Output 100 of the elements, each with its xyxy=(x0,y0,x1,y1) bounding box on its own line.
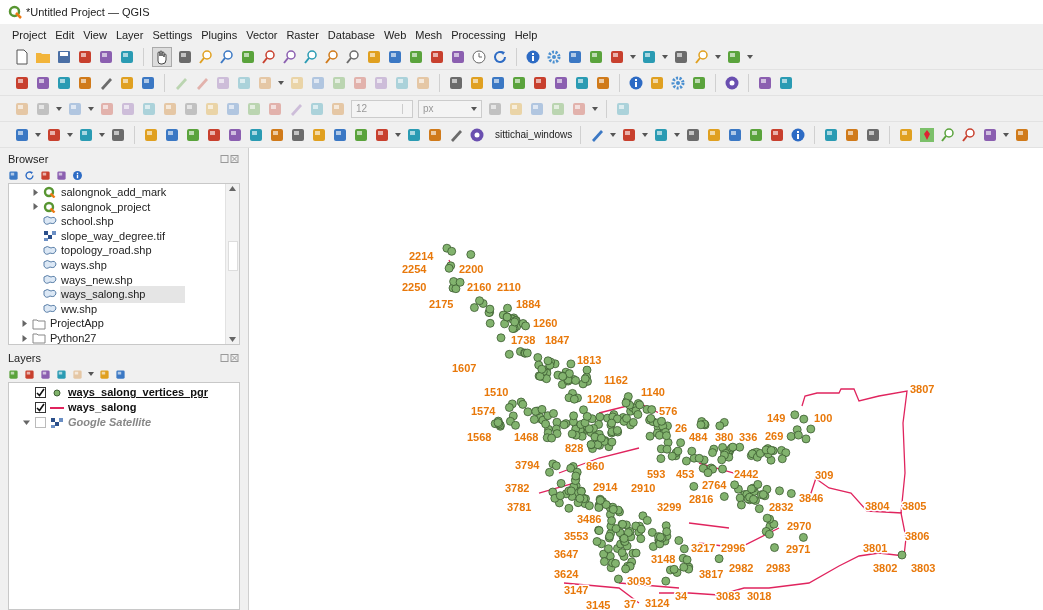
info-icon[interactable] xyxy=(628,74,644,91)
square-icon[interactable] xyxy=(427,126,443,143)
layer-name[interactable]: Google Satellite xyxy=(68,414,152,431)
expand-arrow-icon[interactable] xyxy=(32,188,39,196)
tree-item[interactable]: ProjectApp xyxy=(49,315,105,332)
square-icon[interactable] xyxy=(982,126,999,143)
square-icon[interactable] xyxy=(621,126,638,143)
square-icon[interactable] xyxy=(35,74,51,91)
tree-item[interactable]: slope_way_degree.tif xyxy=(60,227,166,245)
collapse-arrow-icon[interactable] xyxy=(23,419,30,426)
tree-item[interactable]: topology_road.shp xyxy=(60,242,153,259)
square-icon[interactable] xyxy=(353,126,369,143)
menu-item[interactable]: Help xyxy=(514,26,538,44)
square-icon[interactable] xyxy=(387,48,403,65)
square-icon[interactable] xyxy=(269,126,285,143)
square-icon[interactable] xyxy=(98,48,114,65)
layer-checkbox[interactable] xyxy=(35,402,46,413)
square-icon[interactable] xyxy=(40,368,51,380)
square-icon[interactable] xyxy=(77,74,93,91)
square-icon[interactable] xyxy=(778,74,794,91)
dropdown-caret-icon[interactable] xyxy=(56,106,62,111)
help-icon[interactable] xyxy=(724,74,740,91)
scrollbar[interactable] xyxy=(225,184,239,344)
square-icon[interactable] xyxy=(448,74,464,91)
expand-arrow-icon[interactable] xyxy=(32,203,39,211)
magnifier-icon[interactable] xyxy=(961,126,978,143)
square-icon[interactable] xyxy=(429,48,445,65)
magnifier-icon[interactable] xyxy=(198,48,214,65)
tree-item[interactable]: ways_new.shp xyxy=(60,271,134,289)
square-icon[interactable] xyxy=(311,126,327,143)
square-icon[interactable] xyxy=(511,74,527,91)
square-icon[interactable] xyxy=(450,48,466,65)
dropdown-caret-icon[interactable] xyxy=(610,132,617,137)
dropdown-caret-icon[interactable] xyxy=(662,54,668,59)
menu-item[interactable]: Vector xyxy=(246,26,278,44)
menu-item[interactable]: Edit xyxy=(55,26,75,44)
expand-arrow-icon[interactable] xyxy=(21,320,28,328)
scroll-up-icon[interactable] xyxy=(229,186,236,191)
clock-icon[interactable] xyxy=(471,48,487,65)
menu-item[interactable]: Processing xyxy=(451,26,506,44)
dropdown-caret-icon[interactable] xyxy=(395,132,401,137)
dropdown-caret-icon[interactable] xyxy=(99,132,105,137)
square-icon[interactable] xyxy=(574,74,590,91)
square-icon[interactable] xyxy=(366,48,382,65)
tree-item[interactable]: ways.shp xyxy=(60,257,108,274)
pin-icon[interactable] xyxy=(919,126,936,143)
refresh-icon[interactable] xyxy=(492,48,508,65)
dropdown-caret-icon[interactable] xyxy=(88,106,94,111)
scroll-thumb[interactable] xyxy=(227,241,238,271)
menu-item[interactable]: Layer xyxy=(115,26,144,44)
square-icon[interactable] xyxy=(641,48,657,65)
menu-item[interactable]: Project xyxy=(12,26,47,44)
tree-item[interactable]: Python27 xyxy=(49,330,98,347)
tree-item[interactable]: ways_salong.shp xyxy=(60,286,186,303)
dropdown-caret-icon[interactable] xyxy=(747,54,753,59)
magnifier-icon[interactable] xyxy=(261,48,277,65)
pan-tool-button[interactable] xyxy=(152,46,172,67)
square-icon[interactable] xyxy=(24,368,35,380)
square-icon[interactable] xyxy=(290,126,306,143)
square-icon[interactable] xyxy=(553,74,569,91)
square-icon[interactable] xyxy=(595,74,611,91)
dropdown-caret-icon[interactable] xyxy=(67,132,73,137)
square-icon[interactable] xyxy=(408,48,424,65)
menu-item[interactable]: Web xyxy=(383,26,407,44)
menu-item[interactable]: Settings xyxy=(152,26,193,44)
square-icon[interactable] xyxy=(206,126,222,143)
square-icon[interactable] xyxy=(726,48,742,65)
square-icon[interactable] xyxy=(332,126,348,143)
magnifier-icon[interactable] xyxy=(219,48,235,65)
info-icon[interactable] xyxy=(72,169,83,181)
square-icon[interactable] xyxy=(77,48,93,65)
magnifier-icon[interactable] xyxy=(940,126,957,143)
square-icon[interactable] xyxy=(8,169,19,181)
tree-item[interactable]: salongnok_add_mark xyxy=(60,184,168,201)
square-icon[interactable] xyxy=(898,126,915,143)
square-icon[interactable] xyxy=(406,126,422,143)
menu-item[interactable]: View xyxy=(83,26,107,44)
tree-item[interactable]: school.shp xyxy=(60,213,115,230)
gear-icon[interactable] xyxy=(670,74,686,91)
square-icon[interactable] xyxy=(748,126,765,143)
square-icon[interactable] xyxy=(46,126,62,143)
square-icon[interactable] xyxy=(490,74,506,91)
map-canvas[interactable] xyxy=(249,148,1043,610)
square-icon[interactable] xyxy=(649,74,665,91)
square-icon[interactable] xyxy=(844,126,861,143)
info-icon[interactable] xyxy=(790,126,807,143)
menu-item[interactable]: Database xyxy=(327,26,375,44)
tree-item[interactable]: ww.shp xyxy=(60,300,99,318)
layer-name[interactable]: ways_salong_vertices_pgr xyxy=(68,384,209,401)
square-icon[interactable] xyxy=(757,74,773,91)
floppy-icon[interactable] xyxy=(56,48,72,65)
menu-item[interactable]: Raster xyxy=(286,26,319,44)
square-icon[interactable] xyxy=(78,126,94,143)
square-icon[interactable] xyxy=(865,126,882,143)
panel-controls-icon[interactable] xyxy=(220,155,240,163)
square-icon[interactable] xyxy=(110,126,126,143)
layer-name[interactable]: ways_salong xyxy=(68,399,137,416)
square-icon[interactable] xyxy=(14,74,30,91)
expand-arrow-icon[interactable] xyxy=(21,334,28,342)
menu-item[interactable]: Plugins xyxy=(201,26,238,44)
